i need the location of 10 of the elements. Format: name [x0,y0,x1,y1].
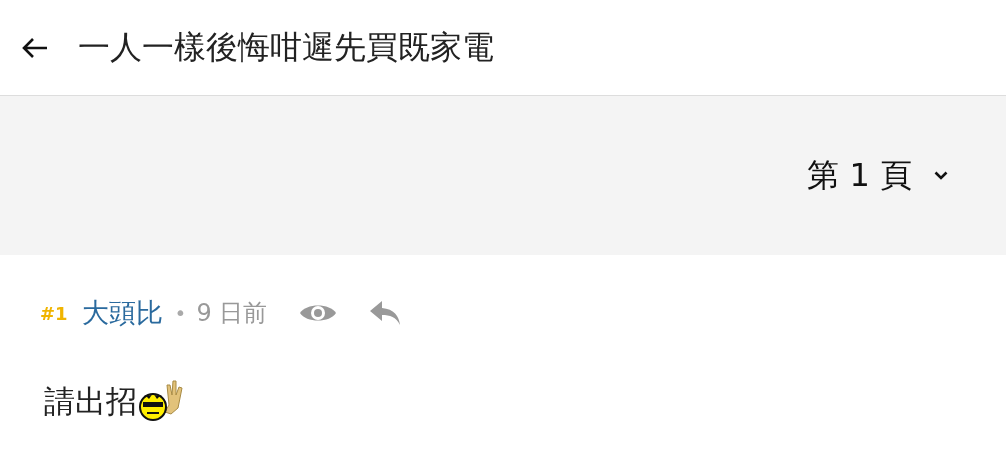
thread-title: 一人一樣後悔咁遲先買既家電 [78,26,494,68]
chevron-down-icon [934,171,948,180]
post-number: #1 [40,302,68,324]
reply-icon[interactable] [369,300,402,326]
page-selector[interactable]: 第 1 頁 [807,153,948,198]
post-body: 請出招 [44,382,137,421]
author-name[interactable]: 大頭比 [81,295,163,331]
back-icon[interactable] [22,36,48,59]
post-time: 9 日前 [196,298,268,329]
separator-dot: • [174,301,187,325]
